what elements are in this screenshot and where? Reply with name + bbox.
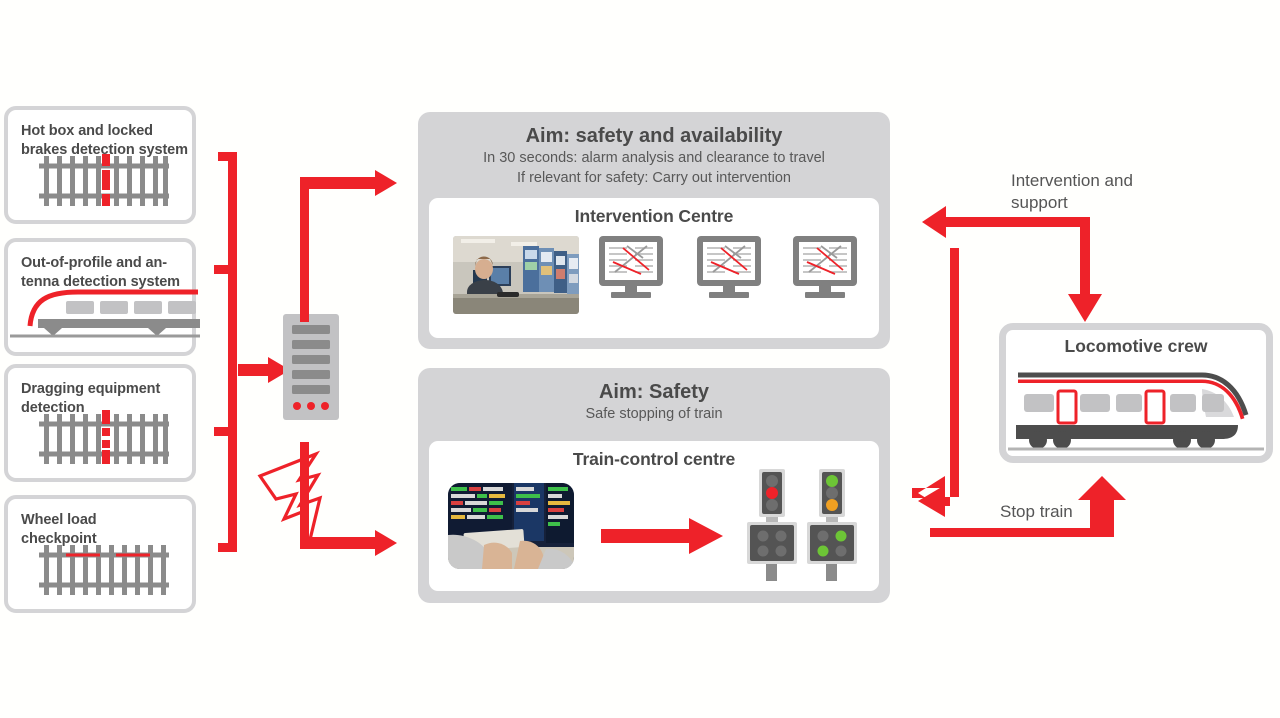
- train-profile-icon: [8, 282, 200, 348]
- sensor-card-out-of-profile[interactable]: Out-of-profile and an-tenna detection sy…: [4, 238, 200, 356]
- monitor-track-diagram-icon: [791, 236, 859, 302]
- train-side-view-icon: [1006, 363, 1266, 457]
- signal-stop-icon: [747, 469, 799, 581]
- panel-head: Aim: Safety Safe stopping of train: [418, 368, 890, 425]
- panel-head: Aim: safety and availability In 30 secon…: [418, 112, 890, 188]
- monitor-track-diagram-icon: [695, 236, 763, 302]
- sensor-card-hot-box[interactable]: Hot box and locked brakes detection syste…: [4, 106, 196, 224]
- locomotive-crew-title: Locomotive crew: [1064, 336, 1208, 356]
- operator-at-control-desk-photo: [453, 236, 579, 314]
- signal-proceed-icon: [807, 469, 859, 581]
- rail-track-red-dashes-icon: [8, 148, 192, 210]
- sensor-card-dragging-equipment[interactable]: Dragging equipment detection: [4, 364, 196, 482]
- monitor-track-diagram-icon: [597, 236, 665, 302]
- panel-intervention-centre: Aim: safety and availability In 30 secon…: [418, 112, 890, 349]
- panel-train-control-centre: Aim: Safety Safe stopping of train Train…: [418, 368, 890, 603]
- intervention-centre-title: Intervention Centre: [574, 206, 734, 226]
- panel-aim-title: Aim: Safety: [598, 381, 710, 403]
- rail-track-red-marks-icon: [8, 537, 192, 599]
- panel-sub-line-1: Safe stopping of train: [585, 406, 723, 423]
- sensor-card-wheel-load[interactable]: Wheel load checkpoint: [4, 495, 196, 613]
- train-control-centre-title: Train-control centre: [572, 449, 736, 469]
- panel-aim-title: Aim: safety and availability: [525, 125, 783, 147]
- panel-sub-line-2: If relevant for safety: Carry out interv…: [516, 169, 791, 186]
- rail-track-red-dashes-icon: [8, 406, 192, 468]
- hands-on-keyboard-photo: [448, 483, 574, 569]
- panel-sub-line-1: In 30 seconds: alarm analysis and cleara…: [483, 150, 825, 167]
- train-control-centre-card: Train-control centre: [429, 441, 879, 591]
- locomotive-crew-card[interactable]: Locomotive crew: [999, 323, 1273, 463]
- intervention-centre-card: Intervention Centre: [429, 198, 879, 338]
